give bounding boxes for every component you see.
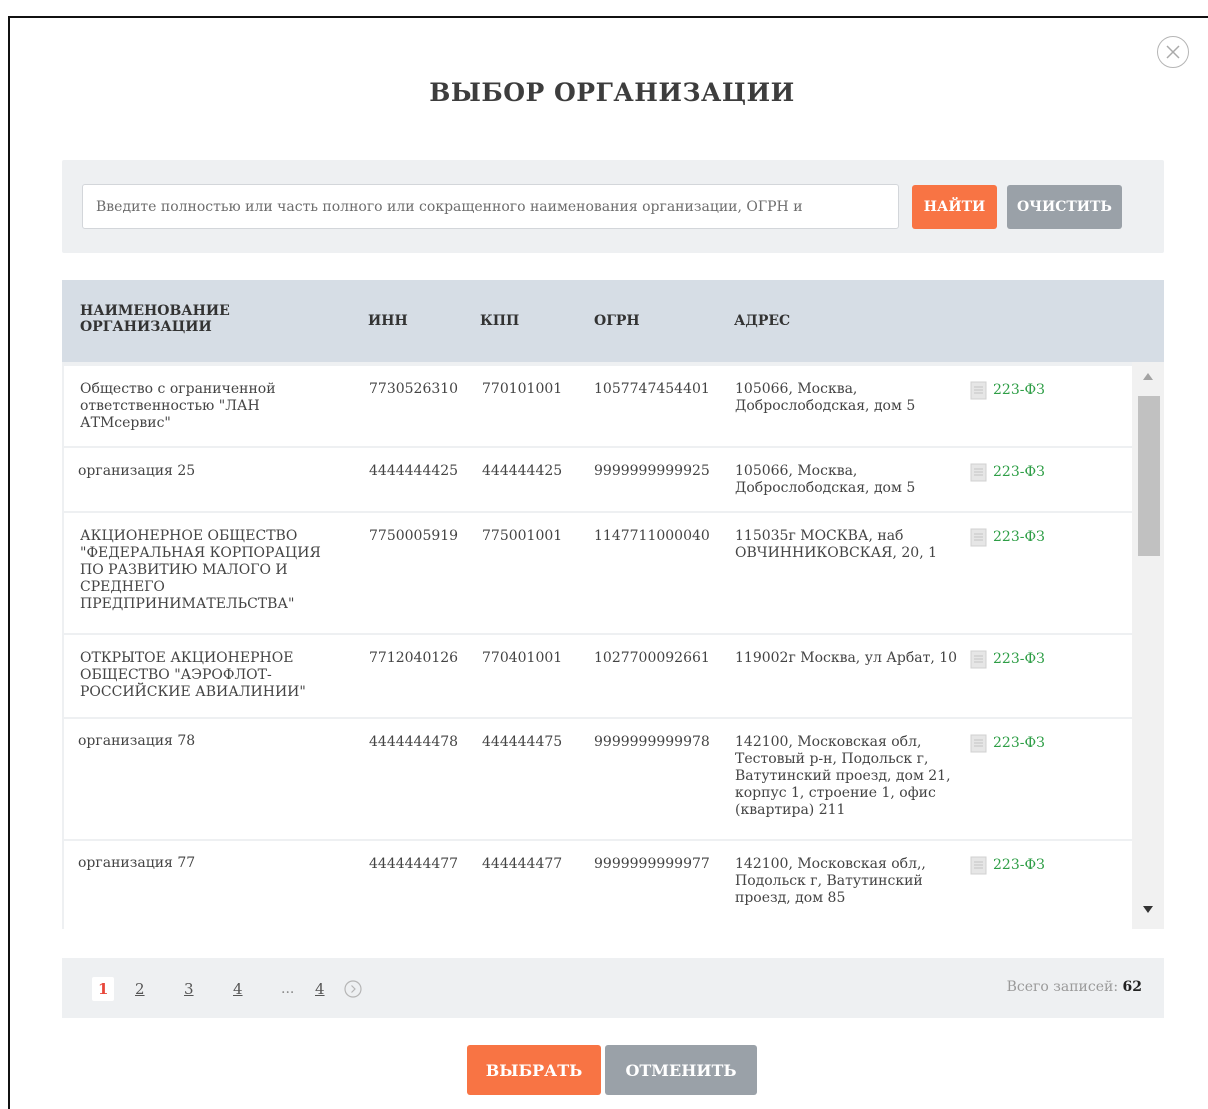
org-address: 105066, Москва, Доброслободская, дом 5 <box>735 463 916 496</box>
org-inn: 4444444477 <box>369 856 459 872</box>
document-icon <box>970 528 987 547</box>
law-link[interactable]: 223-ФЗ <box>970 856 1045 875</box>
page-last[interactable]: 4 <box>315 977 325 1001</box>
org-name: ОТКРЫТОЕ АКЦИОНЕРНОЕ ОБЩЕСТВО "АЭРОФЛОТ-… <box>80 650 306 700</box>
org-ogrn: 9999999999978 <box>594 734 710 750</box>
org-address: 119002г Москва, ул Арбат, 10 <box>735 650 958 666</box>
chevron-right-circle-icon[interactable] <box>344 980 362 998</box>
total-records: Всего записей: 62 <box>1007 979 1142 995</box>
law-link[interactable]: 223-ФЗ <box>970 463 1045 482</box>
org-inn: 7712040126 <box>369 650 459 666</box>
document-icon <box>970 381 987 400</box>
table-row[interactable]: АКЦИОНЕРНОЕ ОБЩЕСТВО "ФЕДЕРАЛЬНАЯ КОРПОР… <box>64 513 1132 633</box>
page-1[interactable]: 1 <box>92 977 115 1001</box>
header-inn: ИНН <box>368 313 408 329</box>
search-input[interactable] <box>82 184 899 229</box>
search-panel: НАЙТИ ОЧИСТИТЬ <box>62 160 1164 253</box>
clear-button[interactable]: ОЧИСТИТЬ <box>1007 185 1122 229</box>
org-kpp: 444444477 <box>482 856 563 872</box>
org-name: организация 25 <box>78 463 196 479</box>
document-icon <box>970 856 987 875</box>
page-2[interactable]: 2 <box>135 977 145 1001</box>
scrollbar-thumb[interactable] <box>1138 396 1160 556</box>
law-link[interactable]: 223-ФЗ <box>970 734 1045 753</box>
org-inn: 7750005919 <box>369 528 459 544</box>
org-kpp: 775001001 <box>482 528 563 544</box>
scroll-down-arrow-icon[interactable] <box>1140 902 1156 916</box>
org-inn: 4444444478 <box>369 734 459 750</box>
org-ogrn: 1057747454401 <box>594 381 710 397</box>
org-ogrn: 1147711000040 <box>594 528 710 544</box>
law-label: 223-ФЗ <box>993 735 1045 751</box>
table-row[interactable]: организация 78 4444444478 444444475 9999… <box>64 719 1132 839</box>
org-ogrn: 1027700092661 <box>594 650 710 666</box>
law-link[interactable]: 223-ФЗ <box>970 650 1045 669</box>
header-ogrn: ОГРН <box>594 313 640 329</box>
header-name: НАИМЕНОВАНИЕ ОРГАНИЗАЦИИ <box>80 303 230 335</box>
table-row[interactable]: Общество с ограниченной ответственностью… <box>64 366 1132 446</box>
total-label: Всего записей: <box>1006 979 1119 995</box>
org-address: 142100, Московская обл,, Подольск г, Ват… <box>735 856 926 906</box>
org-kpp: 770101001 <box>482 381 563 397</box>
organizations-table: НАИМЕНОВАНИЕ ОРГАНИЗАЦИИ ИНН КПП ОГРН АД… <box>62 280 1164 929</box>
cancel-button[interactable]: ОТМЕНИТЬ <box>605 1045 757 1095</box>
org-kpp: 444444425 <box>482 463 563 479</box>
org-address: 115035г МОСКВА, наб ОВЧИННИКОВСКАЯ, 20, … <box>735 528 938 561</box>
org-ogrn: 9999999999925 <box>594 463 710 479</box>
law-label: 223-ФЗ <box>993 382 1045 398</box>
org-name: организация 78 <box>78 733 196 749</box>
document-icon <box>970 734 987 753</box>
table-row[interactable]: ОТКРЫТОЕ АКЦИОНЕРНОЕ ОБЩЕСТВО "АЭРОФЛОТ-… <box>64 635 1132 717</box>
table-header: НАИМЕНОВАНИЕ ОРГАНИЗАЦИИ ИНН КПП ОГРН АД… <box>62 280 1164 362</box>
law-label: 223-ФЗ <box>993 651 1045 667</box>
dialog-title: ВЫБОР ОРГАНИЗАЦИИ <box>429 78 795 107</box>
org-ogrn: 9999999999977 <box>594 856 710 872</box>
org-kpp: 444444475 <box>482 734 563 750</box>
law-label: 223-ФЗ <box>993 857 1045 873</box>
law-link[interactable]: 223-ФЗ <box>970 381 1045 400</box>
page-4[interactable]: 4 <box>233 977 243 1001</box>
header-kpp: КПП <box>480 313 520 329</box>
document-icon <box>970 650 987 669</box>
close-dialog-button[interactable] <box>1157 36 1189 68</box>
table-row[interactable]: организация 77 4444444477 444444477 9999… <box>64 841 1132 929</box>
org-inn: 4444444425 <box>369 463 459 479</box>
org-name: организация 77 <box>78 855 196 871</box>
law-label: 223-ФЗ <box>993 464 1045 480</box>
scroll-up-arrow-icon[interactable] <box>1140 370 1156 384</box>
org-name: Общество с ограниченной ответственностью… <box>80 381 276 431</box>
org-address: 105066, Москва, Доброслободская, дом 5 <box>735 381 916 414</box>
org-address: 142100, Московская обл, Тестовый р-н, По… <box>735 734 951 818</box>
header-address: АДРЕС <box>734 313 791 329</box>
law-label: 223-ФЗ <box>993 529 1045 545</box>
table-row[interactable]: организация 25 4444444425 444444425 9999… <box>64 448 1132 511</box>
org-kpp: 770401001 <box>482 650 563 666</box>
table-scrollbar[interactable] <box>1132 362 1164 929</box>
page-ellipsis: ... <box>281 981 295 997</box>
page-3[interactable]: 3 <box>184 977 194 1001</box>
find-button[interactable]: НАЙТИ <box>912 185 997 229</box>
org-inn: 7730526310 <box>369 381 459 397</box>
select-button[interactable]: ВЫБРАТЬ <box>467 1045 601 1095</box>
close-icon <box>1166 45 1180 59</box>
total-count: 62 <box>1122 979 1142 995</box>
document-icon <box>970 463 987 482</box>
law-link[interactable]: 223-ФЗ <box>970 528 1045 547</box>
org-name: АКЦИОНЕРНОЕ ОБЩЕСТВО "ФЕДЕРАЛЬНАЯ КОРПОР… <box>80 528 321 612</box>
pagination: 1 2 3 4 ... 4 Всего записей: 62 <box>62 958 1164 1018</box>
